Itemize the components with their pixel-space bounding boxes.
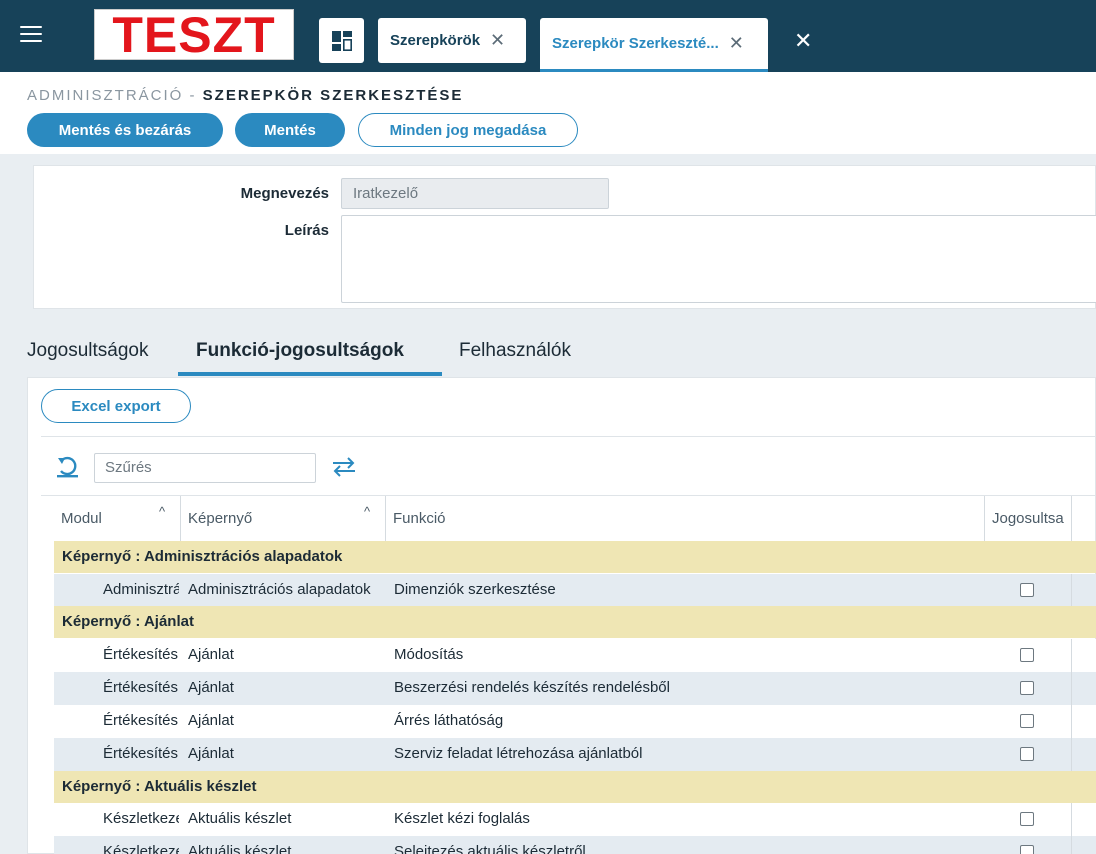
logo-text: TESZT bbox=[112, 6, 276, 63]
sort-up-icon[interactable]: ^ bbox=[364, 504, 370, 519]
permission-checkbox[interactable] bbox=[1020, 845, 1034, 854]
column-header-label: Funkció bbox=[393, 510, 446, 527]
description-field[interactable] bbox=[341, 215, 1096, 303]
permission-checkbox[interactable] bbox=[1020, 812, 1034, 826]
column-header-label: Modul bbox=[61, 510, 102, 527]
tab-users[interactable]: Felhasználók bbox=[459, 340, 571, 362]
cell-funkcio: Készlet kézi foglalás bbox=[394, 810, 530, 827]
cell-funkcio: Dimenziók szerkesztése bbox=[394, 581, 556, 598]
save-and-close-button[interactable]: Mentés és bezárás bbox=[27, 113, 223, 147]
cell-funkcio: Beszerzési rendelés készítés rendelésből bbox=[394, 679, 670, 696]
grant-all-button[interactable]: Minden jog megadása bbox=[358, 113, 578, 147]
table-row[interactable]: Értékesítés Ajánlat Árrés láthatóság bbox=[54, 705, 1096, 738]
cell-funkcio: Módosítás bbox=[394, 646, 464, 663]
tab-permissions[interactable]: Jogosultságok bbox=[27, 340, 148, 362]
sort-up-icon[interactable]: ^ bbox=[159, 504, 165, 519]
close-icon[interactable]: ✕ bbox=[490, 30, 505, 51]
column-header-label: Képernyő bbox=[188, 510, 253, 527]
excel-export-button[interactable]: Excel export bbox=[41, 389, 191, 423]
cell-kepernyo: Ajánlat bbox=[188, 646, 234, 663]
table-row[interactable]: Készletkeze Aktuális készlet Készlet kéz… bbox=[54, 803, 1096, 836]
tab-role-edit-label: Szerepkör Szerkeszté... bbox=[552, 35, 719, 52]
permission-checkbox[interactable] bbox=[1020, 714, 1034, 728]
column-divider bbox=[1071, 574, 1072, 607]
active-tab-indicator bbox=[178, 372, 442, 376]
close-icon[interactable]: ✕ bbox=[729, 33, 744, 54]
reset-filter-icon[interactable] bbox=[56, 456, 80, 483]
top-bar: TESZT Szerepkörök ✕ Szerepkör Szerkeszté… bbox=[0, 0, 1096, 72]
tab-roles-label: Szerepkörök bbox=[390, 32, 481, 49]
page-title: SZEREPKÖR SZERKESZTÉSE bbox=[202, 87, 464, 104]
column-header-jogosultsag[interactable]: Jogosultsa bbox=[985, 496, 1072, 541]
table-row[interactable]: Adminisztrá Adminisztrációs alapadatok D… bbox=[54, 574, 1096, 607]
column-divider bbox=[1071, 836, 1072, 854]
column-divider bbox=[1071, 639, 1072, 672]
table-row[interactable]: Értékesítés Ajánlat Szerviz feladat létr… bbox=[54, 738, 1096, 771]
group-header[interactable]: Képernyő : Aktuális készlet bbox=[54, 771, 1096, 803]
role-form: Megnevezés Iratkezelő Leírás bbox=[33, 165, 1096, 309]
column-header-modul[interactable]: Modul ^ bbox=[54, 496, 181, 541]
name-field[interactable]: Iratkezelő bbox=[341, 178, 609, 209]
cell-kepernyo: Aktuális készlet bbox=[188, 843, 292, 854]
cell-funkcio: Árrés láthatóság bbox=[394, 712, 504, 729]
column-divider bbox=[1071, 738, 1072, 771]
tab-role-edit[interactable]: Szerepkör Szerkeszté... ✕ bbox=[540, 18, 768, 72]
column-divider bbox=[1071, 803, 1072, 836]
cell-kepernyo: Aktuális készlet bbox=[188, 810, 292, 827]
column-header-label: Jogosultsa bbox=[992, 510, 1064, 527]
logo: TESZT bbox=[94, 9, 294, 60]
cell-modul: Adminisztrá bbox=[103, 581, 179, 598]
divider bbox=[41, 436, 1096, 437]
description-label: Leírás bbox=[284, 222, 329, 239]
column-divider bbox=[1071, 672, 1072, 705]
swap-icon[interactable] bbox=[331, 456, 357, 483]
permission-checkbox[interactable] bbox=[1020, 583, 1034, 597]
cell-kepernyo: Adminisztrációs alapadatok bbox=[188, 581, 371, 598]
permission-checkbox[interactable] bbox=[1020, 648, 1034, 662]
cell-kepernyo: Ajánlat bbox=[188, 679, 234, 696]
permission-checkbox[interactable] bbox=[1020, 681, 1034, 695]
cell-modul: Értékesítés bbox=[103, 745, 179, 762]
menu-icon[interactable] bbox=[20, 24, 42, 42]
filter-input[interactable]: Szűrés bbox=[94, 453, 316, 483]
cell-funkcio: Szerviz feladat létrehozása ajánlatból bbox=[394, 745, 643, 762]
cell-modul: Készletkeze bbox=[103, 843, 179, 854]
name-label: Megnevezés bbox=[240, 185, 329, 202]
save-button[interactable]: Mentés bbox=[235, 113, 345, 147]
cell-funkcio: Selejtezés aktuális készletről bbox=[394, 843, 586, 854]
group-header[interactable]: Képernyő : Ajánlat bbox=[54, 606, 1096, 638]
cell-modul: Értékesítés bbox=[103, 646, 179, 663]
table-row[interactable]: Készletkeze Aktuális készlet Selejtezés … bbox=[54, 836, 1096, 854]
group-header[interactable]: Képernyő : Adminisztrációs alapadatok bbox=[54, 541, 1096, 573]
dashboard-button[interactable] bbox=[319, 18, 364, 63]
permission-checkbox[interactable] bbox=[1020, 747, 1034, 761]
tab-roles[interactable]: Szerepkörök ✕ bbox=[378, 18, 526, 63]
breadcrumb: ADMINISZTRÁCIÓ - SZEREPKÖR SZERKESZTÉSE bbox=[27, 87, 463, 104]
close-all-icon[interactable]: ✕ bbox=[794, 28, 812, 54]
table-row[interactable]: Értékesítés Ajánlat Módosítás bbox=[54, 639, 1096, 672]
cell-modul: Értékesítés bbox=[103, 679, 179, 696]
column-header-funkcio[interactable]: Funkció bbox=[386, 496, 985, 541]
cell-modul: Készletkeze bbox=[103, 810, 179, 827]
tab-function-permissions[interactable]: Funkció-jogosultságok bbox=[196, 340, 404, 362]
cell-kepernyo: Ajánlat bbox=[188, 745, 234, 762]
column-divider bbox=[1071, 705, 1072, 738]
column-header-kepernyo[interactable]: Képernyő ^ bbox=[181, 496, 386, 541]
dashboard-icon bbox=[331, 30, 352, 51]
breadcrumb-section[interactable]: ADMINISZTRÁCIÓ - bbox=[27, 87, 197, 104]
cell-kepernyo: Ajánlat bbox=[188, 712, 234, 729]
table-row[interactable]: Értékesítés Ajánlat Beszerzési rendelés … bbox=[54, 672, 1096, 705]
cell-modul: Értékesítés bbox=[103, 712, 179, 729]
